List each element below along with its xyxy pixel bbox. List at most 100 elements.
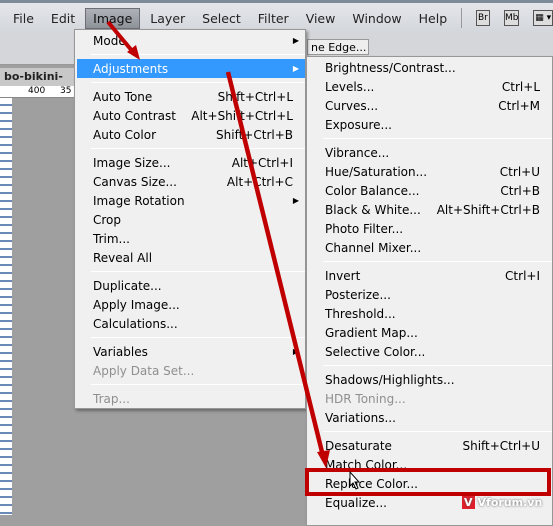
menu-item-apply-image[interactable]: Apply Image... [77, 295, 305, 314]
menu-item-label: Hue/Saturation... [325, 164, 428, 179]
menu-item-posterize[interactable]: Posterize... [309, 285, 552, 304]
screen-mode-icon[interactable]: ▦ ▾ [533, 10, 553, 26]
shortcut: Alt+Ctrl+I [231, 155, 293, 170]
menu-item-channel-mixer[interactable]: Channel Mixer... [309, 238, 552, 257]
submenu-arrow-icon: ▶ [292, 36, 299, 45]
adjustments-submenu: Brightness/Contrast... Levels... Ctrl+L Cur… [306, 56, 553, 526]
menu-item-vibrance[interactable]: Vibrance... [309, 143, 552, 162]
refine-edge-button[interactable]: ne Edge... [307, 39, 369, 55]
menu-item-threshold[interactable]: Threshold... [309, 304, 552, 323]
menu-item-label: Exposure... [325, 117, 392, 132]
menu-file[interactable]: File [6, 9, 41, 28]
br-button[interactable]: Br [475, 10, 490, 26]
menu-item-label: Brightness/Contrast... [325, 60, 456, 75]
menu-item-label: Curves... [325, 98, 379, 113]
menu-item-label: Color Balance... [325, 183, 420, 198]
shortcut: Ctrl+B [500, 183, 540, 198]
shortcut: Alt+Shift+Ctrl+L [191, 108, 293, 123]
menu-separator [309, 134, 552, 143]
menu-select[interactable]: Select [195, 9, 248, 28]
menu-item-label: Apply Data Set... [93, 363, 195, 378]
menu-filter[interactable]: Filter [251, 9, 296, 28]
menu-item-label: Image Size... [93, 155, 171, 170]
menu-item-replace-color[interactable]: Replace Color... [309, 474, 552, 493]
menu-item-curves[interactable]: Curves... Ctrl+M [309, 96, 552, 115]
menu-item-label: Canvas Size... [93, 174, 177, 189]
menu-item-desaturate[interactable]: Desaturate Shift+Ctrl+U [309, 436, 552, 455]
menu-edit[interactable]: Edit [44, 9, 82, 28]
menu-item-image-rotation[interactable]: Image Rotation ▶ [77, 191, 305, 210]
menu-item-label: Adjustments [93, 61, 169, 76]
menu-item-exposure[interactable]: Exposure... [309, 115, 552, 134]
shortcut: Ctrl+U [499, 164, 540, 179]
shortcut: Ctrl+I [505, 268, 540, 283]
menu-separator [309, 361, 552, 370]
menu-item-calculations[interactable]: Calculations... [77, 314, 305, 333]
menu-item-label: Crop [93, 212, 122, 227]
menu-window[interactable]: Window [345, 9, 408, 28]
menu-item-label: Variables [93, 344, 148, 359]
menu-separator [77, 333, 305, 342]
menu-item-shadows-highlights[interactable]: Shadows/Highlights... [309, 370, 552, 389]
menu-item-trim[interactable]: Trim... [77, 229, 305, 248]
menu-item-mode[interactable]: Mode ▶ [77, 31, 305, 50]
menu-item-auto-tone[interactable]: Auto Tone Shift+Ctrl+L [77, 87, 305, 106]
menu-item-adjustments[interactable]: Adjustments ▶ [77, 59, 305, 78]
menu-item-label: Replace Color... [325, 476, 418, 491]
document-tab[interactable]: bo-bikini-sea [0, 68, 74, 96]
menu-item-match-color[interactable]: Match Color... [309, 455, 552, 474]
shortcut: Shift+Ctrl+B [216, 127, 293, 142]
submenu-arrow-icon: ▶ [292, 347, 299, 356]
watermark: V Vforum.vn [462, 496, 543, 509]
shortcut: Shift+Ctrl+L [217, 89, 293, 104]
menu-item-label: Desaturate [325, 438, 392, 453]
menu-item-label: Auto Color [93, 127, 157, 142]
menu-view[interactable]: View [299, 9, 343, 28]
menu-separator [77, 50, 305, 59]
menu-item-color-balance[interactable]: Color Balance... Ctrl+B [309, 181, 552, 200]
menu-item-label: Vibrance... [325, 145, 390, 160]
menu-item-apply-data-set[interactable]: Apply Data Set... [77, 361, 305, 380]
menu-item-hdr-toning[interactable]: HDR Toning... [309, 389, 552, 408]
vertical-ruler [0, 98, 12, 515]
submenu-arrow-icon: ▶ [292, 196, 299, 205]
menu-item-auto-contrast[interactable]: Auto Contrast Alt+Shift+Ctrl+L [77, 106, 305, 125]
menu-item-label: Image Rotation [93, 193, 185, 208]
menu-item-gradient-map[interactable]: Gradient Map... [309, 323, 552, 342]
horizontal-ruler: 400 35 [0, 86, 74, 98]
menu-item-label: Apply Image... [93, 297, 180, 312]
menu-help[interactable]: Help [412, 9, 455, 28]
menu-item-levels[interactable]: Levels... Ctrl+L [309, 77, 552, 96]
watermark-text: Vforum.vn [477, 496, 543, 509]
menu-item-label: Variations... [325, 410, 396, 425]
menu-item-auto-color[interactable]: Auto Color Shift+Ctrl+B [77, 125, 305, 144]
menu-item-label: HDR Toning... [325, 391, 406, 406]
menu-item-image-size[interactable]: Image Size... Alt+Ctrl+I [77, 153, 305, 172]
menu-image[interactable]: Image [85, 7, 141, 29]
menu-item-photo-filter[interactable]: Photo Filter... [309, 219, 552, 238]
menu-item-trap[interactable]: Trap... [77, 389, 305, 408]
menu-item-label: Trim... [93, 231, 130, 246]
menu-item-canvas-size[interactable]: Canvas Size... Alt+Ctrl+C [77, 172, 305, 191]
menu-separator [309, 427, 552, 436]
menu-item-label: Equalize... [325, 495, 387, 510]
menu-item-variations[interactable]: Variations... [309, 408, 552, 427]
mb-button[interactable]: Mb [503, 10, 520, 26]
menu-item-selective-color[interactable]: Selective Color... [309, 342, 552, 361]
ruler-label: 35 [60, 86, 72, 96]
shortcut: Alt+Ctrl+C [226, 174, 293, 189]
menu-item-hue-saturation[interactable]: Hue/Saturation... Ctrl+U [309, 162, 552, 181]
menu-item-black-white[interactable]: Black & White... Alt+Shift+Ctrl+B [309, 200, 552, 219]
menu-item-invert[interactable]: Invert Ctrl+I [309, 266, 552, 285]
menu-item-variables[interactable]: Variables ▶ [77, 342, 305, 361]
menu-item-reveal-all[interactable]: Reveal All [77, 248, 305, 267]
menu-separator [77, 78, 305, 87]
menu-item-label: Match Color... [325, 457, 408, 472]
menu-item-crop[interactable]: Crop [77, 210, 305, 229]
menu-item-brightness-contrast[interactable]: Brightness/Contrast... [309, 58, 552, 77]
menu-layer[interactable]: Layer [143, 9, 192, 28]
shortcut: Ctrl+L [501, 79, 540, 94]
menu-item-label: Threshold... [325, 306, 396, 321]
menu-item-label: Photo Filter... [325, 221, 404, 236]
menu-item-duplicate[interactable]: Duplicate... [77, 276, 305, 295]
